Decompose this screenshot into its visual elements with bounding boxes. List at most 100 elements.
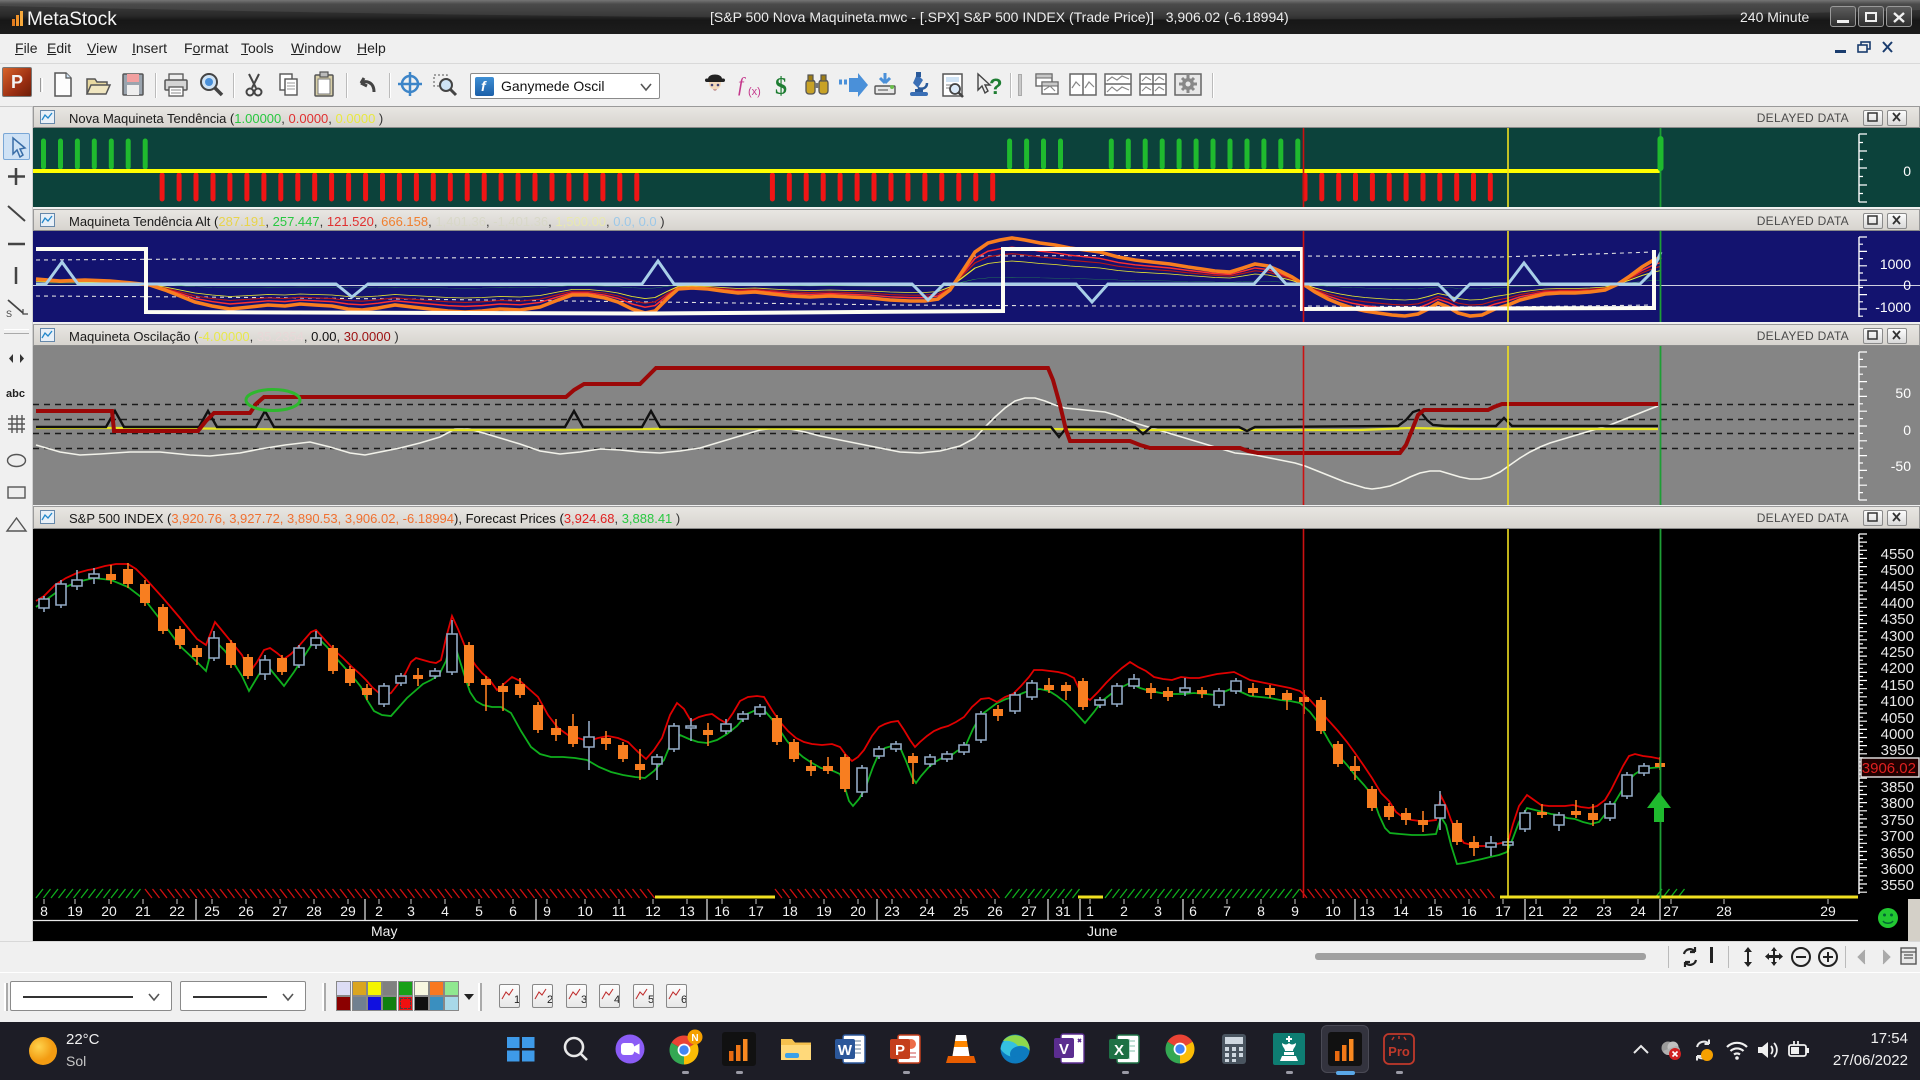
svg-text:23: 23: [884, 903, 900, 919]
svg-text:4: 4: [441, 903, 449, 919]
svg-text:11: 11: [612, 903, 627, 919]
svg-text:27: 27: [1021, 903, 1037, 919]
svg-text:3550: 3550: [1881, 877, 1914, 894]
svg-text:(x): (x): [748, 86, 761, 98]
svg-text:V: V: [1059, 1041, 1069, 1058]
svg-text:$: $: [775, 74, 787, 100]
svg-text:17: 17: [1495, 903, 1511, 919]
svg-text:22: 22: [169, 903, 185, 919]
svg-text:25: 25: [953, 903, 969, 919]
svg-text:6: 6: [1189, 903, 1197, 919]
svg-text:abc: abc: [6, 388, 25, 400]
svg-text:1: 1: [1086, 903, 1094, 919]
svg-text:3950: 3950: [1881, 742, 1914, 759]
svg-text:-1000: -1000: [1875, 299, 1911, 315]
svg-text:28: 28: [1716, 903, 1732, 919]
svg-text:?: ?: [989, 74, 1002, 99]
svg-text:3906.02: 3906.02: [1862, 760, 1916, 777]
svg-text:3850: 3850: [1881, 779, 1914, 796]
svg-text:25: 25: [204, 903, 220, 919]
svg-text:10: 10: [577, 903, 593, 919]
svg-text:24: 24: [1630, 903, 1646, 919]
svg-text:4300: 4300: [1881, 628, 1914, 645]
svg-text:18: 18: [782, 903, 798, 919]
svg-text:7: 7: [1223, 903, 1231, 919]
svg-text:5: 5: [475, 903, 483, 919]
svg-text:4000: 4000: [1881, 726, 1914, 743]
svg-text:3: 3: [407, 903, 415, 919]
svg-text:15: 15: [1427, 903, 1443, 919]
svg-text:9: 9: [543, 903, 551, 919]
svg-text:4: 4: [614, 994, 619, 1006]
svg-text:0: 0: [1903, 422, 1911, 438]
svg-text:10: 10: [1325, 903, 1341, 919]
svg-text:4200: 4200: [1881, 660, 1914, 677]
svg-text:-50: -50: [1891, 458, 1911, 474]
svg-text:26: 26: [987, 903, 1003, 919]
svg-text:June: June: [1087, 923, 1118, 939]
svg-text:29: 29: [340, 903, 356, 919]
svg-text:4350: 4350: [1881, 611, 1914, 628]
svg-text:4050: 4050: [1881, 710, 1914, 727]
svg-text:W: W: [838, 1042, 853, 1059]
svg-text:50: 50: [1895, 385, 1911, 401]
svg-text:0: 0: [1903, 277, 1911, 293]
svg-text:22: 22: [1562, 903, 1578, 919]
svg-text:MetaStock: MetaStock: [27, 9, 117, 30]
svg-text:1000: 1000: [1880, 256, 1911, 272]
svg-text:2: 2: [1120, 903, 1128, 919]
svg-text:6: 6: [509, 903, 517, 919]
svg-text:21: 21: [1528, 903, 1544, 919]
svg-text:3700: 3700: [1881, 828, 1914, 845]
svg-text:3800: 3800: [1881, 795, 1914, 812]
svg-text:3600: 3600: [1881, 861, 1914, 878]
svg-text:13: 13: [679, 903, 695, 919]
svg-text:5: 5: [648, 994, 653, 1006]
svg-text:4250: 4250: [1881, 644, 1914, 661]
svg-text:26: 26: [238, 903, 254, 919]
svg-text:4100: 4100: [1881, 693, 1914, 710]
svg-text:P: P: [895, 1042, 905, 1059]
svg-text:4500: 4500: [1881, 562, 1914, 579]
svg-text:21: 21: [135, 903, 151, 919]
svg-text:4150: 4150: [1881, 677, 1914, 694]
svg-text:12: 12: [645, 903, 661, 919]
svg-text:14: 14: [1393, 903, 1409, 919]
svg-text:6: 6: [681, 994, 686, 1006]
svg-text:X: X: [1114, 1042, 1124, 1059]
svg-text:3650: 3650: [1881, 845, 1914, 862]
svg-text:8: 8: [40, 903, 48, 919]
svg-text:2: 2: [375, 903, 383, 919]
svg-text:9: 9: [1291, 903, 1299, 919]
svg-text:27: 27: [272, 903, 288, 919]
svg-text:20: 20: [850, 903, 866, 919]
svg-text:4400: 4400: [1881, 595, 1914, 612]
svg-text:3: 3: [1154, 903, 1162, 919]
svg-text:31: 31: [1055, 903, 1071, 919]
svg-text:May: May: [371, 923, 397, 939]
svg-text:Pro: Pro: [1388, 1044, 1410, 1059]
svg-text:f: f: [738, 74, 746, 96]
svg-text:29: 29: [1820, 903, 1836, 919]
svg-text:24: 24: [919, 903, 935, 919]
svg-text:2: 2: [547, 994, 552, 1006]
svg-text:8: 8: [1257, 903, 1265, 919]
svg-text:28: 28: [306, 903, 322, 919]
svg-text:0: 0: [1903, 163, 1911, 179]
svg-text:4450: 4450: [1881, 578, 1914, 595]
svg-text:17: 17: [748, 903, 764, 919]
svg-text:3: 3: [581, 994, 586, 1006]
svg-text:16: 16: [714, 903, 730, 919]
svg-text:20: 20: [101, 903, 117, 919]
svg-text:16: 16: [1461, 903, 1477, 919]
svg-text:N: N: [691, 1033, 698, 1044]
svg-text:S: S: [6, 309, 12, 319]
svg-text:13: 13: [1359, 903, 1375, 919]
svg-text:19: 19: [816, 903, 832, 919]
svg-text:3750: 3750: [1881, 812, 1914, 829]
svg-text:27: 27: [1663, 903, 1679, 919]
svg-text:23: 23: [1596, 903, 1612, 919]
svg-text:19: 19: [67, 903, 83, 919]
svg-text:1: 1: [514, 994, 519, 1006]
svg-text:4550: 4550: [1881, 546, 1914, 563]
